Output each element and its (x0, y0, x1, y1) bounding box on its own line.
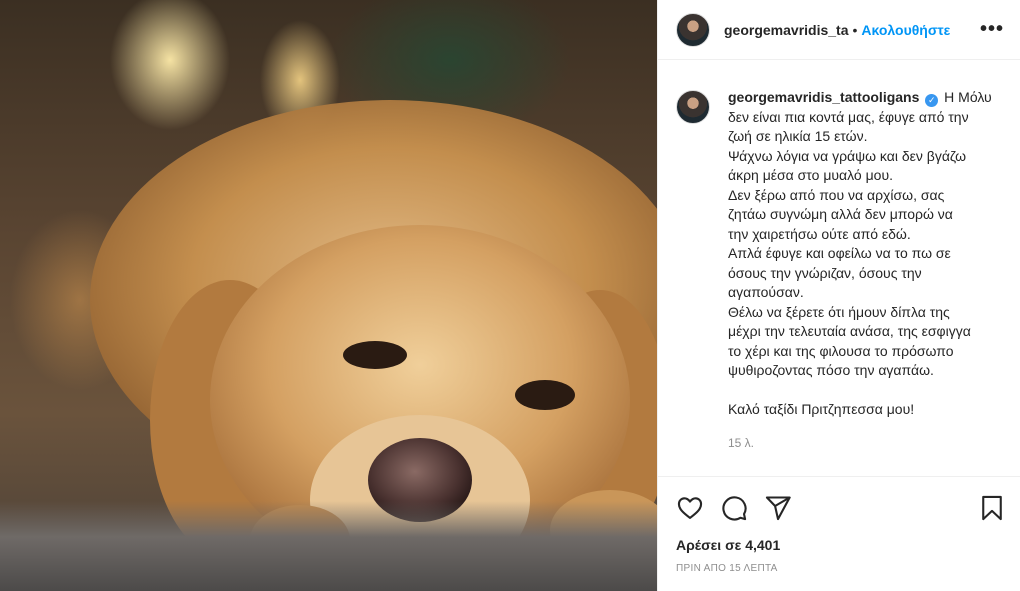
caption-area: georgemavridis_tattooligans ✓ Η Μόλυ δεν… (676, 88, 1010, 453)
author-avatar[interactable] (676, 12, 710, 47)
caption-username[interactable]: georgemavridis_tattooligans (728, 89, 919, 105)
bookmark-icon[interactable] (978, 494, 1006, 522)
caption-line: δεν είναι πια κοντά μας, έφυγε από την (728, 108, 969, 125)
floor (0, 501, 657, 591)
posted-time[interactable]: ΠΡΙΝ ΑΠΟ 15 ΛΕΠΤΑ (676, 563, 1020, 574)
caption-line: ψυθιροζοντας πόσο την αγαπάω. (728, 362, 934, 378)
caption-line: αγαπούσαν. (728, 284, 804, 300)
comment-icon[interactable] (720, 494, 748, 522)
likes-count[interactable]: Αρέσει σε 4,401 (676, 537, 1020, 553)
caption-time-ago: 15 λ. (728, 435, 755, 450)
caption-line: Ψάχνω λόγια να γράψω και δεν βγάζω (728, 147, 967, 164)
caption-line: Καλό ταξίδι Πριτζηπεσσα μου! (728, 401, 915, 417)
more-options-icon[interactable]: ••• (980, 18, 1004, 41)
heart-icon[interactable] (676, 494, 704, 522)
header-separator: • (852, 21, 858, 38)
caption-line: μέχρι την τελευταία ανάσα, της εσφιγγα (728, 323, 971, 339)
caption-line: όσους την γνώριζαν, όσους την (728, 264, 922, 281)
caption-line: ζητάω συγνώμη αλλά δεν μπορώ να (728, 206, 953, 222)
follow-button[interactable]: Ακολουθήστε (861, 22, 950, 38)
post-actions-section: Αρέσει σε 4,401 ΠΡΙΝ ΑΠΟ 15 ΛΕΠΤΑ (658, 476, 1020, 574)
caption-line: το χέρι και της φιλουσα το πρόσωπο (728, 342, 954, 359)
caption-line: άκρη μέσα στο μυαλό μου. (728, 167, 893, 183)
author-username[interactable]: georgemavridis_ta (724, 22, 849, 38)
caption-line: ζωή σε ηλικία 15 ετών. (728, 128, 868, 144)
caption-first-line: georgemavridis_tattooligans ✓ Η Μόλυ (728, 89, 992, 107)
caption-avatar[interactable] (676, 90, 710, 124)
caption-line: την χαιρετήσω ούτε από εδώ. (728, 225, 911, 242)
action-bar (658, 477, 1020, 525)
post-side-panel: georgemavridis_ta • Ακολουθήστε ••• geor… (657, 0, 1020, 591)
post-photo[interactable] (0, 0, 657, 591)
verified-badge-icon: ✓ (925, 94, 939, 107)
caption: georgemavridis_tattooligans ✓ Η Μόλυ δεν… (728, 88, 992, 453)
post-header: georgemavridis_ta • Ακολουθήστε ••• (658, 0, 1020, 60)
caption-line: Η Μόλυ (944, 89, 992, 105)
caption-line: Θέλω να ξέρετε ότι ήμουν δίπλα της (728, 303, 950, 320)
share-icon[interactable] (764, 494, 792, 522)
caption-line: Δεν ξέρω από που να αρχίσω, σας (728, 186, 945, 203)
caption-line: Απλά έφυγε και οφείλω να το πω σε (728, 245, 951, 261)
